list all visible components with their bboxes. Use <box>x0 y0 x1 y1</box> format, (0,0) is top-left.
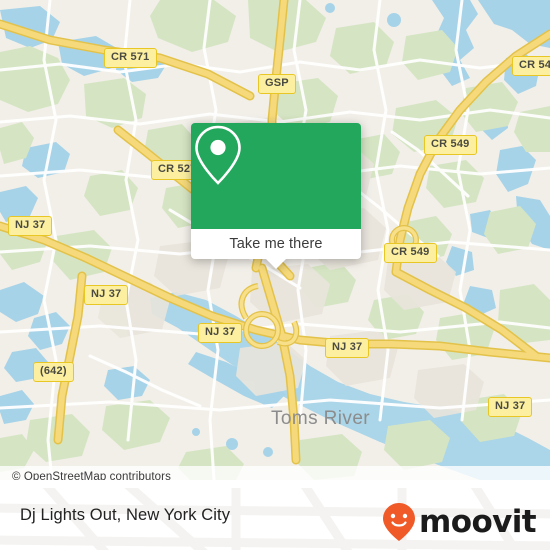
osm-attribution-text: © OpenStreetMap contributors <box>12 471 171 480</box>
shield-nj-37-c: NJ 37 <box>198 323 243 343</box>
shield-nj-37-far-e: NJ 37 <box>488 397 533 417</box>
shield-cr-549-se: CR 549 <box>384 243 437 263</box>
footer-bar: Dj Lights Out, New York City moovit <box>0 488 550 550</box>
shield-nj-37-w: NJ 37 <box>8 216 53 236</box>
popup-pointer-tail <box>265 258 287 269</box>
moovit-wordmark: moovit <box>419 503 537 540</box>
map-pin-icon <box>195 125 241 185</box>
shield-nj-37-e: NJ 37 <box>325 338 370 358</box>
map-attribution-bar: © OpenStreetMap contributors <box>0 466 550 480</box>
moovit-smiley-pin-icon <box>383 503 416 541</box>
location-popup-card[interactable]: Take me there <box>191 123 361 269</box>
city-label-toms-river: Toms River <box>271 408 371 429</box>
shield-cr-642: (642) <box>33 362 74 382</box>
shield-nj-37-sw: NJ 37 <box>84 285 129 305</box>
shield-cr-549-ne: CR 549 <box>512 56 550 76</box>
shield-cr-549-e: CR 549 <box>424 135 477 155</box>
take-me-there-label: Take me there <box>229 236 323 252</box>
popup-image-panel <box>191 123 361 229</box>
moovit-brand-logo: moovit <box>382 502 537 542</box>
place-name-title: Dj Lights Out, New York City <box>20 506 231 524</box>
popup-cta-bar[interactable]: Take me there <box>191 229 361 269</box>
moovit-map-screenshot: CR 571 GSP CR 549 CR 549 CR 527 NJ 37 CR… <box>0 0 550 550</box>
shield-cr-571: CR 571 <box>104 48 157 68</box>
map-canvas[interactable]: CR 571 GSP CR 549 CR 549 CR 527 NJ 37 CR… <box>0 0 550 480</box>
shield-gsp: GSP <box>258 74 296 94</box>
